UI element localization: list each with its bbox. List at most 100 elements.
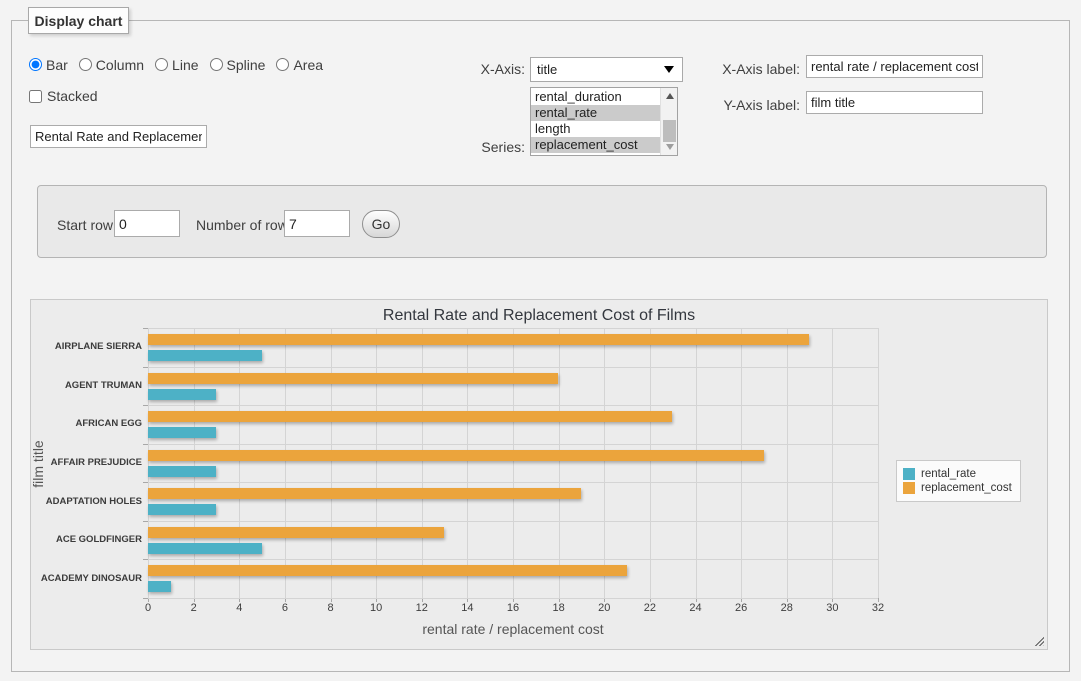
x-gridline	[559, 328, 560, 598]
x-axis-title: rental rate / replacement cost	[148, 621, 878, 637]
x-gridline	[239, 328, 240, 598]
bar-rental_rate[interactable]	[148, 543, 262, 554]
bar-rental_rate[interactable]	[148, 581, 171, 592]
y-gridline	[148, 598, 878, 599]
y-gridline	[148, 559, 878, 560]
x-gridline	[878, 328, 879, 598]
x-tick-label: 10	[361, 602, 391, 614]
y-tick-mark	[143, 405, 148, 406]
stacked-label: Stacked	[47, 88, 98, 104]
x-gridline	[422, 328, 423, 598]
bar-replacement_cost[interactable]	[148, 450, 764, 461]
fieldset-legend: Display chart	[28, 7, 129, 34]
chart-type-label: Bar	[46, 57, 68, 73]
chart-type-option-spline: Spline	[210, 57, 266, 73]
x-axis-caption: X-Axis:	[450, 61, 525, 77]
series-option[interactable]: rental_rate	[531, 105, 660, 121]
x-tick-label: 28	[772, 602, 802, 614]
row-range-panel	[37, 185, 1047, 258]
y-tick-mark	[143, 367, 148, 368]
series-option[interactable]: replacement_cost	[531, 137, 660, 153]
plot-area	[148, 328, 878, 598]
scroll-up-icon	[666, 93, 674, 99]
go-button[interactable]: Go	[362, 210, 400, 238]
chart-legend: rental_rate replacement_cost	[896, 460, 1021, 502]
x-tick-label: 26	[726, 602, 756, 614]
series-option[interactable]: length	[531, 121, 660, 137]
bar-replacement_cost[interactable]	[148, 565, 627, 576]
legend-item-replacement_cost[interactable]: replacement_cost	[903, 482, 1012, 494]
bar-rental_rate[interactable]	[148, 427, 216, 438]
start-row-input[interactable]	[114, 210, 180, 237]
y-gridline	[148, 405, 878, 406]
x-gridline	[513, 328, 514, 598]
x-gridline	[650, 328, 651, 598]
bar-replacement_cost[interactable]	[148, 373, 558, 384]
chart-type-label: Column	[96, 57, 144, 73]
chart-container: Rental Rate and Replacement Cost of Film…	[30, 299, 1048, 650]
series-multiselect[interactable]: rental_durationrental_ratelengthreplacem…	[530, 87, 678, 156]
legend-label: rental_rate	[921, 468, 976, 480]
bar-replacement_cost[interactable]	[148, 334, 809, 345]
x-tick-label: 14	[452, 602, 482, 614]
bar-replacement_cost[interactable]	[148, 411, 672, 422]
category-label: AGENT TRUMAN	[31, 380, 142, 391]
category-label: ACE GOLDFINGER	[31, 534, 142, 545]
x-tick-label: 24	[681, 602, 711, 614]
x-tick-label: 32	[863, 602, 893, 614]
bar-rental_rate[interactable]	[148, 350, 262, 361]
scroll-up-button[interactable]	[661, 88, 678, 104]
resize-handle-icon[interactable]	[1033, 635, 1044, 646]
series-caption: Series:	[450, 139, 525, 155]
bar-replacement_cost[interactable]	[148, 527, 444, 538]
x-axis-selected-value: title	[537, 62, 557, 77]
x-axis-select[interactable]: title	[530, 57, 683, 82]
y-gridline	[148, 444, 878, 445]
category-label: ACADEMY DINOSAUR	[31, 573, 142, 584]
series-options: rental_durationrental_ratelengthreplacem…	[531, 89, 660, 153]
category-label: AIRPLANE SIERRA	[31, 341, 142, 352]
category-label: AFFAIR PREJUDICE	[31, 457, 142, 468]
x-tick-label: 30	[817, 602, 847, 614]
x-gridline	[467, 328, 468, 598]
chart-type-label: Spline	[227, 57, 266, 73]
x-tick-label: 0	[133, 602, 163, 614]
bar-rental_rate[interactable]	[148, 504, 216, 515]
x-axis-label-caption: X-Axis label:	[712, 61, 800, 77]
chart-type-option-line: Line	[155, 57, 198, 73]
legend-swatch	[903, 468, 915, 480]
x-gridline	[376, 328, 377, 598]
x-gridline	[285, 328, 286, 598]
bar-rental_rate[interactable]	[148, 466, 216, 477]
chart-type-radio-line[interactable]	[155, 58, 168, 71]
chart-type-radio-group: BarColumnLineSplineArea	[29, 56, 334, 73]
y-tick-mark	[143, 521, 148, 522]
x-gridline	[194, 328, 195, 598]
stacked-checkbox[interactable]	[29, 90, 42, 103]
legend-item-rental_rate[interactable]: rental_rate	[903, 468, 1012, 480]
y-tick-mark	[143, 598, 148, 599]
x-tick-label: 22	[635, 602, 665, 614]
scroll-down-button[interactable]	[661, 139, 678, 155]
x-gridline	[331, 328, 332, 598]
x-gridline	[696, 328, 697, 598]
chart-type-radio-column[interactable]	[79, 58, 92, 71]
chart-type-radio-bar[interactable]	[29, 58, 42, 71]
chart-type-radio-area[interactable]	[276, 58, 289, 71]
x-axis-label-input[interactable]	[806, 55, 983, 78]
series-scrollbar[interactable]	[660, 88, 677, 155]
series-option[interactable]: rental_duration	[531, 89, 660, 105]
start-row-label: Start row:	[57, 217, 117, 233]
stacked-option: Stacked	[29, 88, 98, 104]
legend-swatch	[903, 482, 915, 494]
x-tick-label: 2	[179, 602, 209, 614]
y-axis-label-input[interactable]	[806, 91, 983, 114]
chart-type-option-column: Column	[79, 57, 144, 73]
chart-title-input[interactable]	[30, 125, 207, 148]
x-tick-label: 20	[589, 602, 619, 614]
bar-rental_rate[interactable]	[148, 389, 216, 400]
y-tick-mark	[143, 559, 148, 560]
bar-replacement_cost[interactable]	[148, 488, 581, 499]
number-of-rows-input[interactable]	[284, 210, 350, 237]
chart-type-radio-spline[interactable]	[210, 58, 223, 71]
